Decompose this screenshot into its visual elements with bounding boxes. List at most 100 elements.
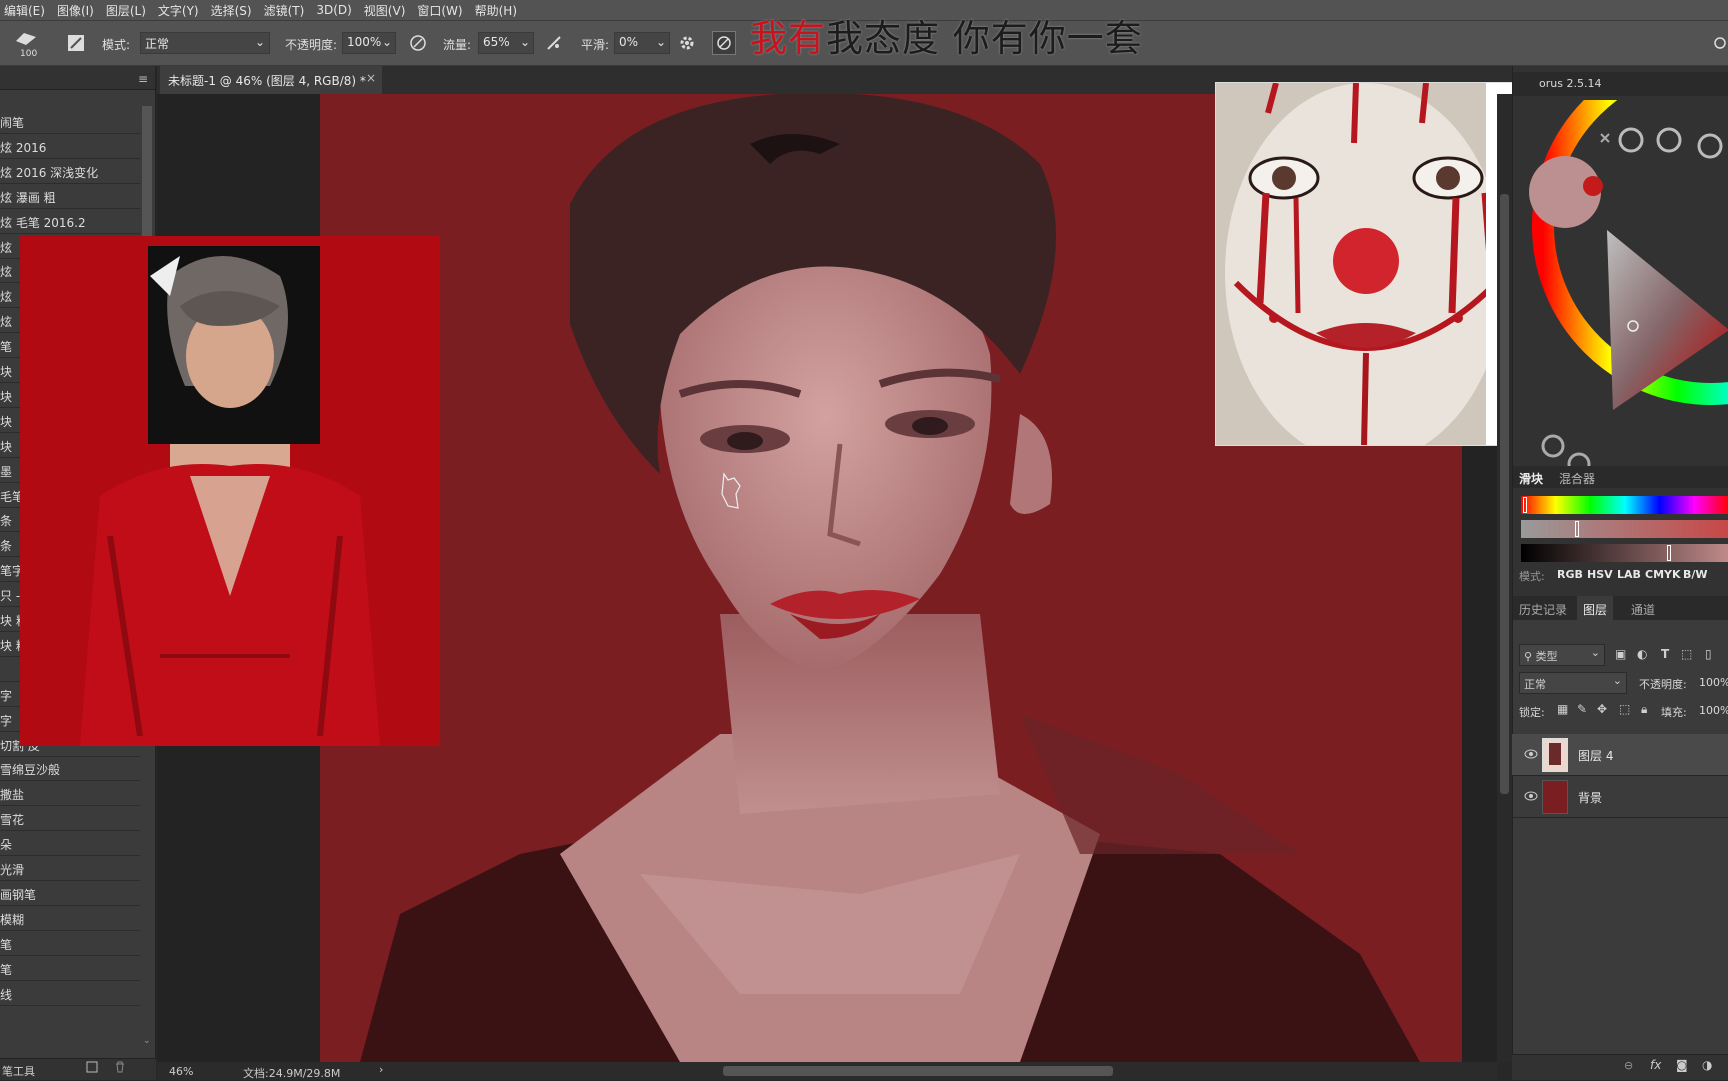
filter-adjustment-icon[interactable]: ◐ [1637,647,1647,661]
tab-history[interactable]: 历史记录 [1519,601,1567,618]
tab-channels[interactable]: 通道 [1631,601,1655,618]
filter-pixel-icon[interactable]: ▣ [1615,647,1626,661]
gear-icon[interactable] [675,31,699,55]
menu-help[interactable]: 帮助(H) [475,2,517,19]
scroll-down-icon[interactable]: ⌄ [143,1036,151,1046]
hue-slider[interactable] [1521,496,1728,514]
eye-icon[interactable] [1524,748,1538,760]
tab-sliders[interactable]: 滑块 [1519,470,1543,487]
value-slider[interactable] [1521,544,1728,562]
smoothing-input[interactable]: 0% ⌄ [614,32,670,54]
airbrush-icon[interactable] [542,31,566,55]
tab-mixer[interactable]: 混合器 [1559,470,1595,487]
panel-menu-icon[interactable]: ≡ [138,72,148,86]
blend-mode-select[interactable]: 正常 ⌄ [1519,672,1627,694]
list-item[interactable]: 笔 [0,932,140,956]
mode-select[interactable]: 正常 ⌄ [140,32,270,54]
saturation-slider-handle[interactable] [1575,521,1579,537]
value-slider-handle[interactable] [1667,545,1671,561]
close-icon[interactable]: × [366,71,376,85]
reference-clown-image [1216,83,1512,445]
trash-icon[interactable] [114,1061,126,1076]
list-item[interactable]: 炫 2016 [0,135,140,159]
layer-opacity-value[interactable]: 100% [1699,676,1728,689]
filter-smart-icon[interactable]: ▯ [1705,647,1712,661]
chevron-right-icon[interactable]: › [379,1063,383,1076]
menu-edit[interactable]: 编辑(E) [4,2,45,19]
list-item[interactable]: 朵 [0,832,140,857]
saturation-slider[interactable] [1521,520,1728,538]
lock-transparent-icon[interactable]: ▦ [1557,702,1568,716]
mode-cmyk[interactable]: CMYK [1645,568,1681,581]
menu-3d[interactable]: 3D(D) [316,3,351,17]
list-item[interactable]: 撒盐 [0,782,140,807]
horizontal-scrollbar[interactable] [723,1066,1113,1076]
list-item[interactable]: 笔 [0,957,140,981]
list-item[interactable]: 雪花 [0,807,140,832]
pressure-opacity-icon[interactable] [406,31,430,55]
list-item[interactable]: 画钢笔 [0,882,140,906]
filter-type-icon[interactable]: T [1661,647,1669,661]
document-tab[interactable]: 未标题-1 @ 46% (图层 4, RGB/8) * × [160,66,382,94]
tab-layers[interactable]: 图层 [1577,596,1614,620]
tab-coolorus[interactable]: orus 2.5.14 [1539,77,1601,90]
new-preset-icon[interactable] [86,1061,98,1076]
layers-footer: ⊖ fx ◙ ◑ [1512,1054,1728,1080]
color-mode-label: 模式: [1519,570,1545,583]
vertical-scrollbar-track [1497,94,1512,1062]
brush-preset-icon[interactable] [14,27,38,51]
layer-name[interactable]: 背景 [1578,789,1602,806]
reference-photo-clown-face[interactable] [1215,82,1513,446]
layer-filter-value: 类型 [1535,650,1558,663]
list-item[interactable]: 炫 毛笔 2016.2 [0,210,140,234]
smoothing-value: 0% [619,35,639,49]
color-wheel-icon[interactable] [1513,100,1728,466]
mode-bw[interactable]: B/W [1683,568,1708,581]
vertical-scrollbar[interactable] [1500,194,1509,794]
toggle-brush-panel-icon[interactable] [64,31,88,55]
list-item[interactable]: 炫 2016 深浅变化 [0,160,140,184]
list-item[interactable]: 模糊 [0,907,140,931]
menu-layer[interactable]: 图层(L) [106,2,146,19]
list-item[interactable]: 雪绵豆沙般 [0,757,140,782]
hue-slider-handle[interactable] [1523,497,1527,513]
reference-photo-red-dress[interactable] [20,236,440,746]
menu-view[interactable]: 视图(V) [364,2,406,19]
menu-type[interactable]: 文字(Y) [158,2,199,19]
fx-icon[interactable]: fx [1650,1058,1661,1072]
lock-artboard-icon[interactable]: ⬚ [1619,702,1630,716]
lock-all-icon[interactable]: 🔒︎ [1641,702,1647,717]
layer-row[interactable]: 背景 [1512,776,1728,818]
flow-input[interactable]: 65% ⌄ [478,32,534,54]
symmetry-icon[interactable] [1708,31,1728,55]
pressure-size-icon[interactable] [712,31,736,55]
list-item[interactable]: 光滑 [0,857,140,881]
slider-tab-bar: 滑块 混合器 [1513,466,1728,488]
layer-row[interactable]: 图层 4 [1512,734,1728,776]
menu-image[interactable]: 图像(I) [57,2,94,19]
lock-paint-icon[interactable]: ✎ [1577,702,1587,716]
adjustment-icon[interactable]: ◑ [1702,1058,1712,1072]
mode-lab[interactable]: LAB [1617,568,1641,581]
eye-icon[interactable] [1524,790,1538,802]
zoom-level[interactable]: 46% [169,1065,193,1078]
opacity-input[interactable]: 100% ⌄ [342,32,396,54]
menu-select[interactable]: 选择(S) [211,2,252,19]
list-item[interactable]: 闹笔 [0,110,140,134]
mode-rgb[interactable]: RGB [1557,568,1583,581]
list-item[interactable]: 炫 瀑画 粗 [0,185,140,209]
menu-filter[interactable]: 滤镜(T) [264,2,305,19]
lock-label: 锁定: [1519,706,1545,719]
chevron-down-icon: ⌄ [1590,646,1600,659]
brush-panel-footer: 笔工具 [0,1058,156,1080]
list-item[interactable]: 线 [0,982,140,1006]
layer-filter-select[interactable]: ⚲ 类型 ⌄ [1519,644,1605,666]
fill-value[interactable]: 100% [1699,704,1728,717]
lock-position-icon[interactable]: ✥ [1597,702,1607,716]
menu-window[interactable]: 窗口(W) [417,2,462,19]
layer-name[interactable]: 图层 4 [1578,747,1613,764]
link-icon[interactable]: ⊖ [1624,1059,1633,1072]
mask-icon[interactable]: ◙ [1676,1058,1688,1072]
mode-hsv[interactable]: HSV [1587,568,1613,581]
filter-shape-icon[interactable]: ⬚ [1681,647,1692,661]
